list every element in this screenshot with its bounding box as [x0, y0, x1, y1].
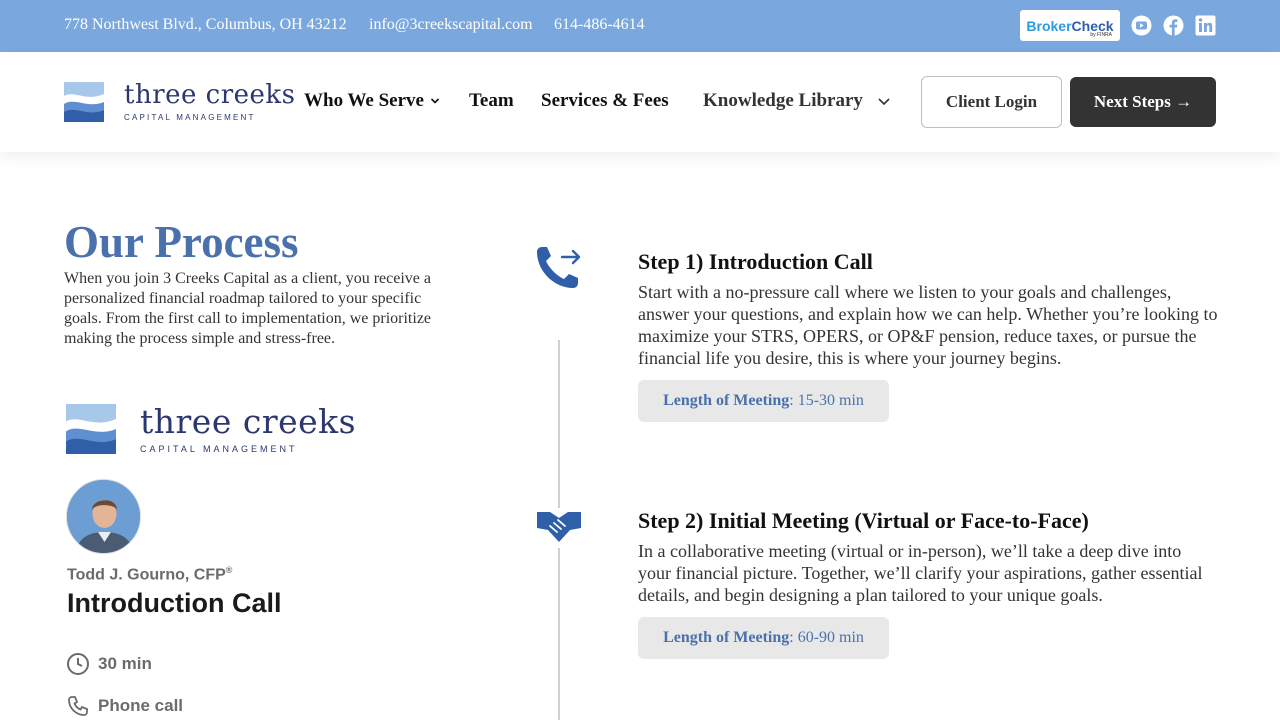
advisor-name: Todd J. Gourno, CFP® — [67, 565, 232, 584]
step-1-description: Start with a no-pressure call where we l… — [638, 282, 1218, 368]
step-2-length-value: : 60-90 min — [789, 629, 864, 646]
waves-logo-icon — [66, 404, 116, 454]
step-1-length-value: : 15-30 min — [789, 392, 864, 409]
linkedin-icon[interactable] — [1195, 15, 1216, 36]
booking-card-title: Introduction Call — [67, 588, 282, 618]
step-1-length-label: Length of Meeting — [663, 392, 790, 409]
brokercheck-logo-broker: Broker — [1026, 17, 1072, 34]
nav-who-we-serve[interactable]: Who We Serve — [304, 90, 440, 112]
top-info-bar: 778 Northwest Blvd., Columbus, OH 43212 … — [0, 0, 1280, 52]
page-title: Our Process — [64, 217, 299, 267]
advisor-avatar — [66, 479, 141, 554]
intro-paragraph: When you join 3 Creeks Capital as a clie… — [64, 270, 432, 347]
advisor-name-text: Todd J. Gourno, CFP — [67, 566, 226, 584]
nav-knowledge-library-label: Knowledge Library — [703, 90, 863, 111]
client-login-button[interactable]: Client Login — [921, 76, 1062, 128]
timeline-line — [558, 340, 560, 508]
booking-duration: 30 min — [66, 652, 152, 676]
phone-link[interactable]: 614-486-4614 — [554, 16, 645, 34]
email-link[interactable]: info@3creekscapital.com — [369, 16, 533, 34]
person-photo-icon — [67, 480, 140, 553]
chevron-down-icon — [430, 98, 440, 104]
nav-who-we-serve-label: Who We Serve — [304, 90, 424, 111]
booking-logo-subtitle: CAPITAL MANAGEMENT — [140, 443, 298, 454]
timeline-line — [558, 548, 560, 720]
logo-subtitle: CAPITAL MANAGEMENT — [124, 113, 256, 122]
handshake-icon — [536, 508, 582, 553]
facebook-icon[interactable] — [1163, 15, 1184, 36]
nav-knowledge-library[interactable]: Knowledge Library — [703, 90, 891, 112]
nav-team-label: Team — [469, 90, 514, 111]
step-2-description: In a collaborative meeting (virtual or i… — [638, 541, 1203, 605]
phone-forward-icon — [536, 245, 582, 294]
main-header: three creeks CAPITAL MANAGEMENT Who We S… — [0, 52, 1280, 152]
step-1-length-badge: Length of Meeting: 15-30 min — [638, 380, 889, 422]
registered-mark: ® — [225, 565, 233, 575]
clock-icon — [67, 653, 89, 675]
waves-logo-icon — [64, 82, 104, 122]
site-logo[interactable]: three creeks CAPITAL MANAGEMENT — [64, 82, 296, 122]
youtube-icon[interactable] — [1131, 15, 1152, 36]
logo-name: three creeks — [124, 80, 296, 110]
brokercheck-badge[interactable]: BrokerCheck by FINRA — [1020, 10, 1120, 41]
booking-card-logo: three creeks CAPITAL MANAGEMENT — [66, 404, 356, 454]
booking-logo-name: three creeks — [140, 401, 357, 441]
nav-services-fees[interactable]: Services & Fees — [541, 90, 669, 112]
next-steps-button[interactable]: Next Steps → — [1070, 77, 1216, 127]
step-2-length-label: Length of Meeting — [663, 629, 790, 646]
step-2-length-badge: Length of Meeting: 60-90 min — [638, 617, 889, 659]
nav-services-fees-label: Services & Fees — [541, 90, 669, 111]
phone-icon — [68, 696, 88, 716]
booking-method: Phone call — [66, 694, 183, 718]
chevron-down-icon — [878, 98, 890, 106]
step-1-title: Step 1) Introduction Call — [638, 249, 873, 274]
brokercheck-sub: by FINRA — [1090, 32, 1112, 38]
address-text: 778 Northwest Blvd., Columbus, OH 43212 — [64, 16, 347, 33]
booking-duration-text: 30 min — [98, 654, 152, 673]
step-2-title: Step 2) Initial Meeting (Virtual or Face… — [638, 508, 1089, 533]
booking-method-text: Phone call — [98, 696, 184, 715]
nav-team[interactable]: Team — [469, 90, 514, 112]
